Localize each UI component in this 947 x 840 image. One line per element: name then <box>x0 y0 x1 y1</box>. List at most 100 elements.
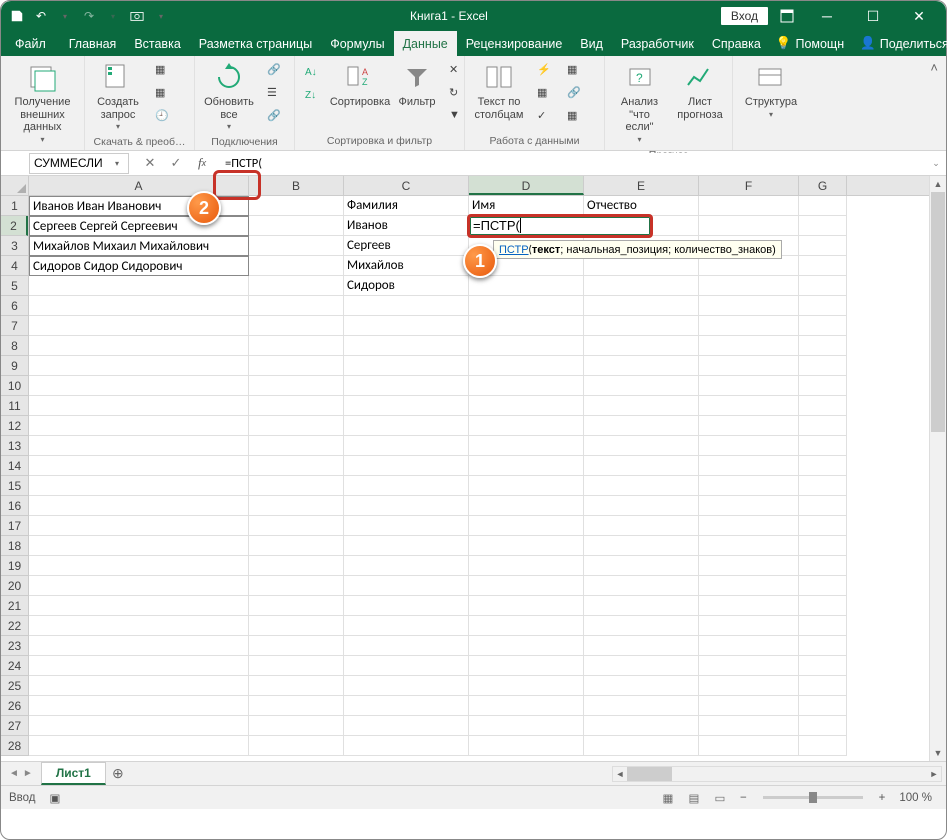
from-table-button[interactable]: ▦ <box>152 83 174 105</box>
cancel-formula-button[interactable]: ✕ <box>137 153 163 174</box>
tab-view[interactable]: Вид <box>571 31 612 56</box>
camera-icon[interactable] <box>129 8 145 24</box>
cell-C27[interactable] <box>344 716 469 736</box>
cell-D18[interactable] <box>469 536 584 556</box>
cell-C17[interactable] <box>344 516 469 536</box>
cell-D12[interactable] <box>469 416 584 436</box>
cell-F23[interactable] <box>699 636 799 656</box>
cell-A27[interactable] <box>29 716 249 736</box>
cell-B4[interactable] <box>249 256 344 276</box>
cell-D19[interactable] <box>469 556 584 576</box>
cell-G6[interactable] <box>799 296 847 316</box>
cell-B11[interactable] <box>249 396 344 416</box>
cell-B2[interactable] <box>249 216 344 236</box>
cell-F15[interactable] <box>699 476 799 496</box>
column-header-G[interactable]: G <box>799 176 847 195</box>
cell-C10[interactable] <box>344 376 469 396</box>
tab-help[interactable]: Справка <box>703 31 770 56</box>
cell-A19[interactable] <box>29 556 249 576</box>
cell-F6[interactable] <box>699 296 799 316</box>
sheet-nav[interactable]: ◄► <box>1 768 41 779</box>
cell-D28[interactable] <box>469 736 584 756</box>
row-header-1[interactable]: 1 <box>1 196 28 216</box>
cell-E24[interactable] <box>584 656 699 676</box>
column-header-C[interactable]: C <box>344 176 469 195</box>
cell-A21[interactable] <box>29 596 249 616</box>
filter-button[interactable]: Фильтр <box>393 58 441 112</box>
cell-A13[interactable] <box>29 436 249 456</box>
cell-A14[interactable] <box>29 456 249 476</box>
row-header-27[interactable]: 27 <box>1 716 28 736</box>
cell-C23[interactable] <box>344 636 469 656</box>
nav-next-icon[interactable]: ► <box>23 768 33 779</box>
cell-A16[interactable] <box>29 496 249 516</box>
cell-C11[interactable] <box>344 396 469 416</box>
row-header-7[interactable]: 7 <box>1 316 28 336</box>
cell-D21[interactable] <box>469 596 584 616</box>
row-header-14[interactable]: 14 <box>1 456 28 476</box>
new-query-button[interactable]: Создать запрос ▾ <box>89 58 147 134</box>
cell-B1[interactable] <box>249 196 344 216</box>
cell-E17[interactable] <box>584 516 699 536</box>
cell-G26[interactable] <box>799 696 847 716</box>
cell-A3[interactable]: Михайлов Михаил Михайлович <box>29 236 249 256</box>
column-header-A[interactable]: A <box>29 176 249 195</box>
cell-D11[interactable] <box>469 396 584 416</box>
cell-F25[interactable] <box>699 676 799 696</box>
cell-G1[interactable] <box>799 196 847 216</box>
row-header-22[interactable]: 22 <box>1 616 28 636</box>
zoom-in-button[interactable]: + <box>873 792 892 804</box>
cell-G16[interactable] <box>799 496 847 516</box>
consolidate-button[interactable]: ▦ <box>564 60 586 82</box>
cell-D23[interactable] <box>469 636 584 656</box>
cell-A10[interactable] <box>29 376 249 396</box>
cell-E10[interactable] <box>584 376 699 396</box>
cell-G11[interactable] <box>799 396 847 416</box>
text-to-columns-button[interactable]: Текст по столбцам <box>469 58 529 124</box>
row-header-13[interactable]: 13 <box>1 436 28 456</box>
cell-F8[interactable] <box>699 336 799 356</box>
cell-F5[interactable] <box>699 276 799 296</box>
get-external-data-button[interactable]: Получение внешних данных ▾ <box>5 58 80 147</box>
add-sheet-button[interactable]: ⊕ <box>106 765 130 782</box>
cell-E26[interactable] <box>584 696 699 716</box>
row-header-18[interactable]: 18 <box>1 536 28 556</box>
cell-F28[interactable] <box>699 736 799 756</box>
row-header-8[interactable]: 8 <box>1 336 28 356</box>
cell-G27[interactable] <box>799 716 847 736</box>
cell-G22[interactable] <box>799 616 847 636</box>
cell-E21[interactable] <box>584 596 699 616</box>
cell-F21[interactable] <box>699 596 799 616</box>
macro-record-icon[interactable]: ▣ <box>50 791 61 805</box>
row-header-25[interactable]: 25 <box>1 676 28 696</box>
cell-C20[interactable] <box>344 576 469 596</box>
sort-za-button[interactable]: Z↓ <box>302 87 324 109</box>
cell-B27[interactable] <box>249 716 344 736</box>
signin-button[interactable]: Вход <box>721 7 768 25</box>
whatif-button[interactable]: ? Анализ "что если" ▾ <box>609 58 670 147</box>
cell-D25[interactable] <box>469 676 584 696</box>
cell-B8[interactable] <box>249 336 344 356</box>
cell-B10[interactable] <box>249 376 344 396</box>
column-header-E[interactable]: E <box>584 176 699 195</box>
row-header-2[interactable]: 2 <box>1 216 28 236</box>
cell-A26[interactable] <box>29 696 249 716</box>
name-box[interactable]: СУММЕСЛИ ▾ <box>29 153 129 174</box>
formula-input[interactable] <box>219 153 926 174</box>
cell-D6[interactable] <box>469 296 584 316</box>
cell-G18[interactable] <box>799 536 847 556</box>
cell-G2[interactable] <box>799 216 847 236</box>
cell-A20[interactable] <box>29 576 249 596</box>
row-header-19[interactable]: 19 <box>1 556 28 576</box>
insert-function-button[interactable]: fx <box>189 153 215 174</box>
cell-D16[interactable] <box>469 496 584 516</box>
row-header-20[interactable]: 20 <box>1 576 28 596</box>
share-button[interactable]: 👤 Поделиться <box>854 36 947 51</box>
cell-G17[interactable] <box>799 516 847 536</box>
zoom-out-button[interactable]: − <box>734 792 753 804</box>
select-all-button[interactable] <box>1 176 29 195</box>
cell-C21[interactable] <box>344 596 469 616</box>
enter-formula-button[interactable]: ✓ <box>163 153 189 174</box>
normal-view-button[interactable]: ▦ <box>656 788 680 808</box>
row-header-3[interactable]: 3 <box>1 236 28 256</box>
